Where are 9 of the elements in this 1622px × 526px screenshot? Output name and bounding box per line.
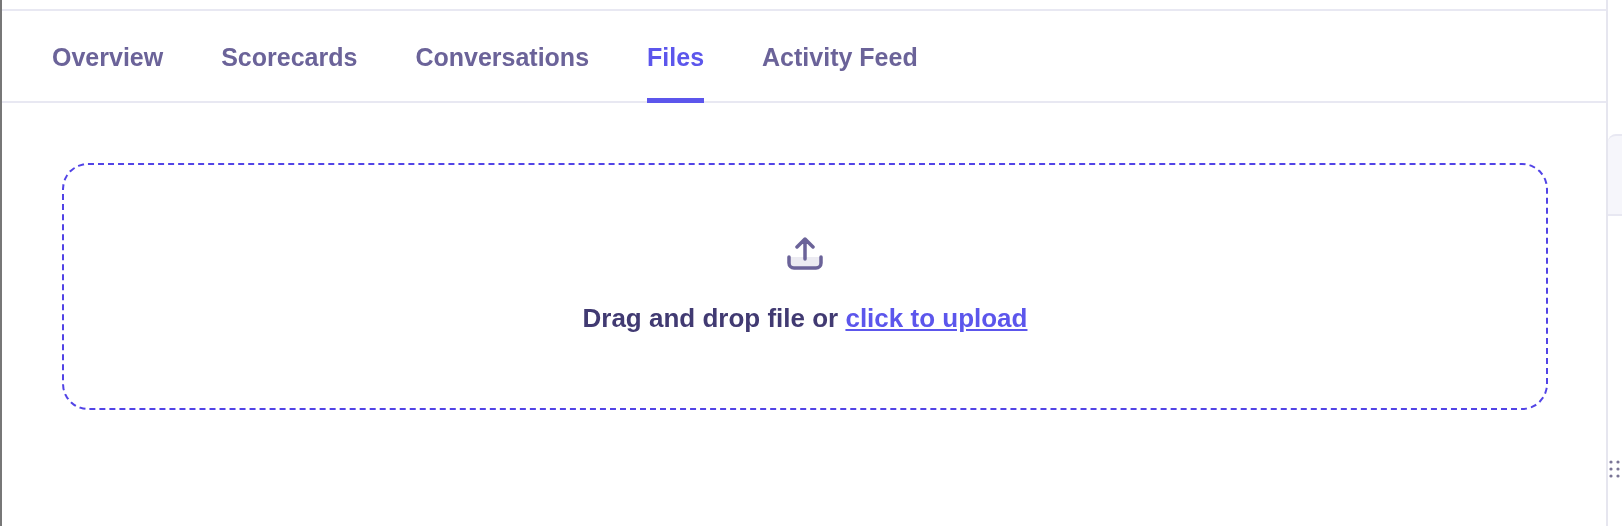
- tab[interactable]: Overview: [52, 11, 164, 103]
- tab[interactable]: Scorecards: [221, 11, 358, 103]
- upload-dropzone[interactable]: Drag and drop file or click to upload: [62, 163, 1548, 410]
- tab[interactable]: Conversations: [415, 11, 590, 103]
- upload-prompt: Drag and drop file or: [582, 303, 839, 333]
- drag-handle-icon[interactable]: [1608, 459, 1620, 479]
- tab[interactable]: Files: [647, 11, 705, 103]
- upload-link[interactable]: click to upload: [845, 303, 1028, 333]
- tab[interactable]: Activity Feed: [762, 11, 918, 103]
